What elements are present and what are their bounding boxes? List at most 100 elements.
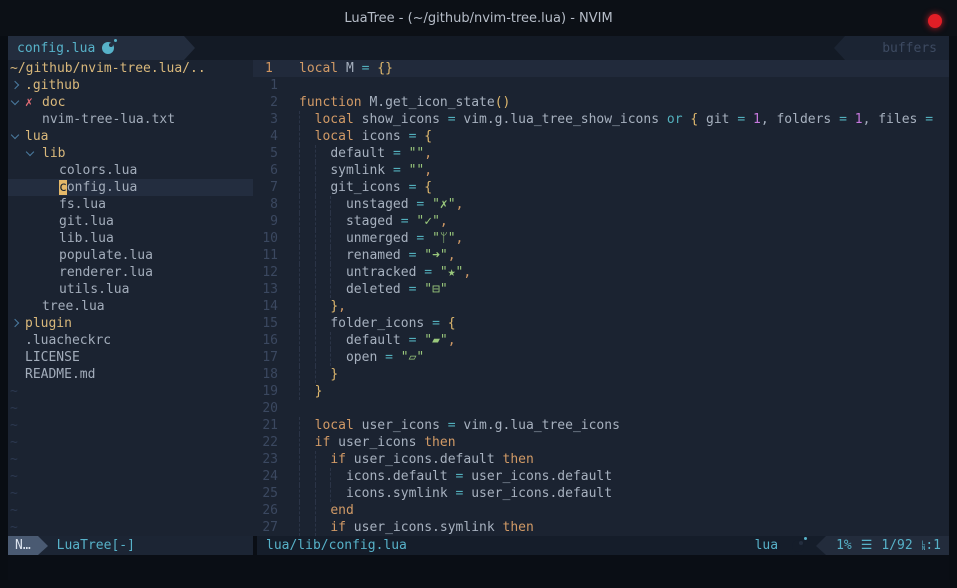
code-text: untracked = "★", bbox=[346, 265, 471, 280]
code-line-8[interactable]: 7git_icons = { bbox=[253, 179, 949, 196]
indent-guide bbox=[315, 468, 316, 485]
code-line-22[interactable]: 21local user_icons = vim.g.lua_tree_icon… bbox=[253, 417, 949, 434]
code-line-24[interactable]: 23if user_icons.default then bbox=[253, 451, 949, 468]
command-line[interactable] bbox=[8, 555, 949, 580]
line-number: 22 bbox=[253, 434, 278, 451]
indent-guide bbox=[299, 502, 300, 519]
code-line-28[interactable]: 27if user_icons.symlink then bbox=[253, 519, 949, 536]
tree-item-nvim-tree-lua-txt[interactable]: nvim-tree-lua.txt bbox=[8, 111, 253, 128]
line-number: 19 bbox=[253, 383, 278, 400]
tree-root-path[interactable]: ~/github/nvim-tree.lua/.. bbox=[8, 60, 253, 77]
empty-line-tilde: ~ bbox=[8, 485, 253, 502]
code-line-16[interactable]: 15folder_icons = { bbox=[253, 315, 949, 332]
git-unstaged-icon: ✗ bbox=[25, 94, 33, 111]
code-line-1[interactable]: 1local M = {} bbox=[253, 60, 949, 77]
code-line-10[interactable]: 9staged = "✓", bbox=[253, 213, 949, 230]
code-line-6[interactable]: 5default = "", bbox=[253, 145, 949, 162]
tree-item-git-lua[interactable]: git.lua bbox=[8, 213, 253, 230]
indent-guide bbox=[315, 196, 316, 213]
statusline-file-path: lua/lib/config.lua bbox=[257, 536, 407, 555]
empty-line-tilde: ~ bbox=[8, 451, 253, 468]
tree-item-license[interactable]: LICENSE bbox=[8, 349, 253, 366]
tree-item--github[interactable]: .github bbox=[8, 77, 253, 94]
mode-indicator: N… bbox=[8, 536, 38, 555]
tree-item-lib-lua[interactable]: lib.lua bbox=[8, 230, 253, 247]
code-line-18[interactable]: 17open = "▱" bbox=[253, 349, 949, 366]
line-number: 1 bbox=[253, 60, 293, 77]
indent-guide bbox=[315, 485, 316, 502]
indent-guide bbox=[315, 349, 316, 366]
code-line-3[interactable]: 2function M.get_icon_state() bbox=[253, 94, 949, 111]
code-line-4[interactable]: 3local show_icons = vim.g.lua_tree_show_… bbox=[253, 111, 949, 128]
indent-guide bbox=[315, 247, 316, 264]
code-line-14[interactable]: 13deleted = "⊟" bbox=[253, 281, 949, 298]
statusline-buffer-name: LuaTree[-] bbox=[57, 536, 135, 555]
close-button[interactable] bbox=[928, 14, 942, 28]
empty-line-tilde: ~ bbox=[8, 417, 253, 434]
code-line-9[interactable]: 8unstaged = "✗", bbox=[253, 196, 949, 213]
tree-item-lib[interactable]: lib bbox=[8, 145, 253, 162]
tree-item-label: .luacheckrc bbox=[25, 332, 111, 349]
tree-item-lua[interactable]: lua bbox=[8, 128, 253, 145]
code-line-25[interactable]: 24icons.default = user_icons.default bbox=[253, 468, 949, 485]
tab-config-lua[interactable]: config.lua bbox=[8, 36, 184, 60]
chevron-down-icon bbox=[11, 131, 19, 139]
line-number: 24 bbox=[253, 468, 278, 485]
empty-line-tilde: ~ bbox=[8, 468, 253, 485]
code-line-7[interactable]: 6symlink = "", bbox=[253, 162, 949, 179]
tree-item-renderer-lua[interactable]: renderer.lua bbox=[8, 264, 253, 281]
indent-guide bbox=[315, 315, 316, 332]
code-line-17[interactable]: 16default = "▰", bbox=[253, 332, 949, 349]
indent-guide bbox=[299, 417, 300, 434]
line-number: 2 bbox=[253, 94, 278, 111]
code-window[interactable]: 1local M = {}12function M.get_icon_state… bbox=[253, 60, 949, 536]
indent-guide bbox=[299, 264, 300, 281]
code-line-11[interactable]: 10unmerged = "ᛘ", bbox=[253, 230, 949, 247]
tree-item-config-lua[interactable]: config.lua bbox=[8, 179, 253, 196]
code-line-13[interactable]: 12untracked = "★", bbox=[253, 264, 949, 281]
powerline-separator-icon bbox=[184, 36, 195, 60]
code-line-20[interactable]: 19} bbox=[253, 383, 949, 400]
code-text: symlink = "", bbox=[330, 163, 432, 178]
tree-item-plugin[interactable]: plugin bbox=[8, 315, 253, 332]
indent-guide bbox=[299, 485, 300, 502]
code-line-12[interactable]: 11renamed = "➜", bbox=[253, 247, 949, 264]
code-line-2[interactable]: 1 bbox=[253, 77, 949, 94]
indent-guide bbox=[330, 485, 331, 502]
tree-item-label: config.lua bbox=[59, 179, 137, 196]
chevron-down-icon bbox=[11, 97, 19, 105]
code-line-26[interactable]: 25icons.symlink = user_icons.default bbox=[253, 485, 949, 502]
indent-guide bbox=[299, 298, 300, 315]
line-number: 23 bbox=[253, 451, 278, 468]
code-line-27[interactable]: 26end bbox=[253, 502, 949, 519]
tree-item-populate-lua[interactable]: populate.lua bbox=[8, 247, 253, 264]
code-line-5[interactable]: 4local icons = { bbox=[253, 128, 949, 145]
tree-item-readme-md[interactable]: README.md bbox=[8, 366, 253, 383]
indent-guide bbox=[299, 349, 300, 366]
indent-guide bbox=[330, 196, 331, 213]
code-line-15[interactable]: 14}, bbox=[253, 298, 949, 315]
code-line-19[interactable]: 18} bbox=[253, 366, 949, 383]
tree-item-doc[interactable]: ✗doc bbox=[8, 94, 253, 111]
tree-item-tree-lua[interactable]: tree.lua bbox=[8, 298, 253, 315]
powerline-separator-icon bbox=[834, 36, 845, 60]
tree-item--luacheckrc[interactable]: .luacheckrc bbox=[8, 332, 253, 349]
line-number: 26 bbox=[253, 502, 278, 519]
indent-guide bbox=[315, 281, 316, 298]
indent-guide bbox=[299, 162, 300, 179]
indent-guide bbox=[315, 519, 316, 536]
tree-item-colors-lua[interactable]: colors.lua bbox=[8, 162, 253, 179]
code-text: deleted = "⊟" bbox=[346, 282, 448, 297]
code-text: unmerged = "ᛘ", bbox=[346, 231, 463, 246]
buffers-label: buffers bbox=[882, 41, 937, 56]
indent-guide bbox=[299, 179, 300, 196]
tree-item-label: LICENSE bbox=[25, 349, 80, 366]
tree-item-fs-lua[interactable]: fs.lua bbox=[8, 196, 253, 213]
empty-line-tilde: ~ bbox=[8, 383, 253, 400]
tree-item-utils-lua[interactable]: utils.lua bbox=[8, 281, 253, 298]
indent-guide bbox=[315, 230, 316, 247]
code-line-23[interactable]: 22if user_icons then bbox=[253, 434, 949, 451]
empty-line-tilde: ~ bbox=[8, 434, 253, 451]
statusline-tree: N… LuaTree[-] bbox=[8, 536, 253, 555]
code-line-21[interactable]: 20 bbox=[253, 400, 949, 417]
